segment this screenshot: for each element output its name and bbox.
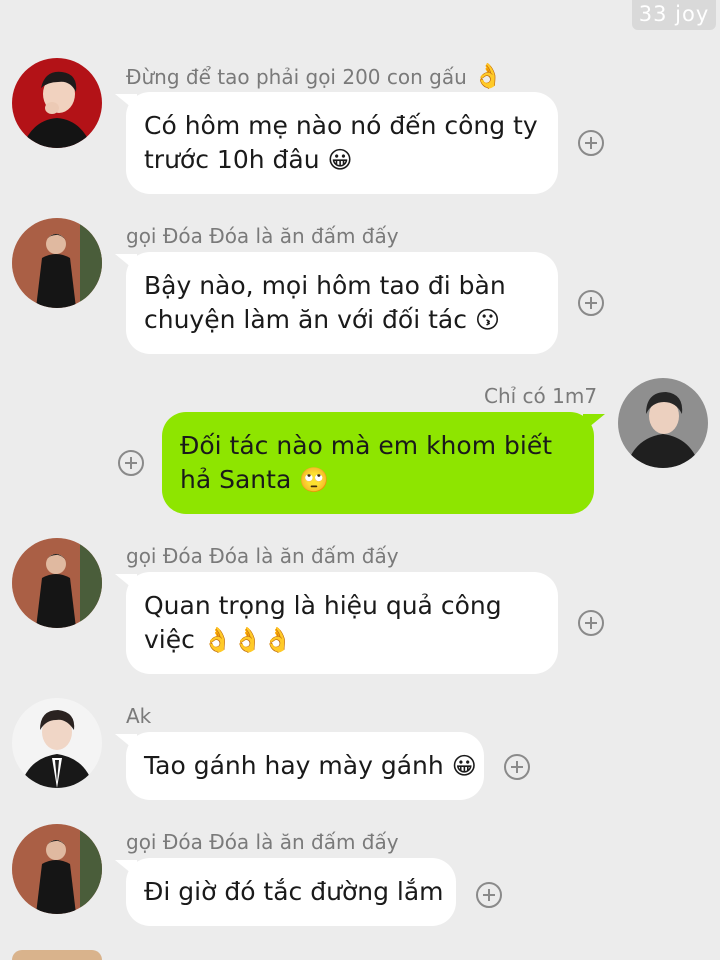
message-bubble[interactable]: Có hôm mẹ nào nó đến công ty trước 10h đ… [115, 92, 558, 194]
message-bubble[interactable]: Tao gánh hay mày gánh 😀 [115, 732, 484, 800]
grin-emoji: 😀 [327, 146, 353, 174]
avatar-red-suit-image [12, 58, 102, 148]
message-line: Bậy nào, mọi hôm tao đi bàn [144, 271, 506, 300]
message-line: Có hôm mẹ nào nó đến công ty [144, 111, 538, 140]
add-reaction-icon[interactable] [578, 130, 604, 156]
add-reaction-icon[interactable] [578, 610, 604, 636]
kissing-face-emoji: 😗 [474, 306, 500, 334]
message-bubble[interactable]: Bậy nào, mọi hôm tao đi bàn chuyện làm ă… [115, 252, 558, 354]
avatar-brick-wall-image [12, 218, 102, 308]
sender-name: Ak [126, 704, 152, 728]
avatar-dark-jacket-image [618, 378, 708, 468]
message-line-with-emoji: hả Santa 🙄 [180, 463, 576, 497]
message-line: Đi giờ đó tắc đường lắm [144, 877, 444, 906]
message-bubble[interactable]: Đối tác nào mà em khom biết hả Santa 🙄 [162, 412, 605, 514]
grin-emoji: 😀 [451, 752, 477, 780]
message-bubble[interactable]: Quan trọng là hiệu quả công việc 👌👌👌 [115, 572, 558, 674]
avatar[interactable] [12, 824, 102, 914]
sender-name: gọi Đóa Đóa là ăn đấm đấy [126, 830, 399, 854]
ok-hand-emoji: 👌👌👌 [202, 626, 293, 654]
avatar[interactable] [12, 58, 102, 148]
add-reaction-icon[interactable] [118, 450, 144, 476]
sender-name: Chỉ có 1m7 [484, 384, 598, 408]
avatar[interactable] [618, 378, 708, 468]
message-line-with-emoji: Tao gánh hay mày gánh 😀 [144, 749, 477, 783]
avatar-partial-image [12, 950, 102, 960]
avatar[interactable] [12, 950, 102, 960]
message-line-with-emoji: việc 👌👌👌 [144, 623, 540, 657]
avatar-brick-wall-image [12, 538, 102, 628]
message-line-with-emoji: chuyện làm ăn với đối tác 😗 [144, 303, 540, 337]
add-reaction-icon[interactable] [504, 754, 530, 780]
sender-name: gọi Đóa Đóa là ăn đấm đấy [126, 224, 399, 248]
add-reaction-icon[interactable] [476, 882, 502, 908]
avatar-brick-wall-image [12, 824, 102, 914]
eye-roll-emoji: 🙄 [299, 466, 330, 494]
avatar[interactable] [12, 218, 102, 308]
ok-hand-emoji: 👌 [473, 62, 504, 90]
message-line: Quan trọng là hiệu quả công [144, 591, 502, 620]
avatar[interactable] [12, 698, 102, 788]
message-bubble[interactable]: Đi giờ đó tắc đường lắm [115, 858, 456, 926]
message-line-with-emoji: trước 10h đâu 😀 [144, 143, 540, 177]
sender-name: gọi Đóa Đóa là ăn đấm đấy [126, 544, 399, 568]
watermark-label: 33 joy [632, 0, 716, 30]
add-reaction-icon[interactable] [578, 290, 604, 316]
avatar-suit-tie-image [12, 698, 102, 788]
sender-name: Đừng để tao phải gọi 200 con gấu 👌 [126, 62, 504, 90]
message-line: Đối tác nào mà em khom biết [180, 431, 552, 460]
avatar[interactable] [12, 538, 102, 628]
